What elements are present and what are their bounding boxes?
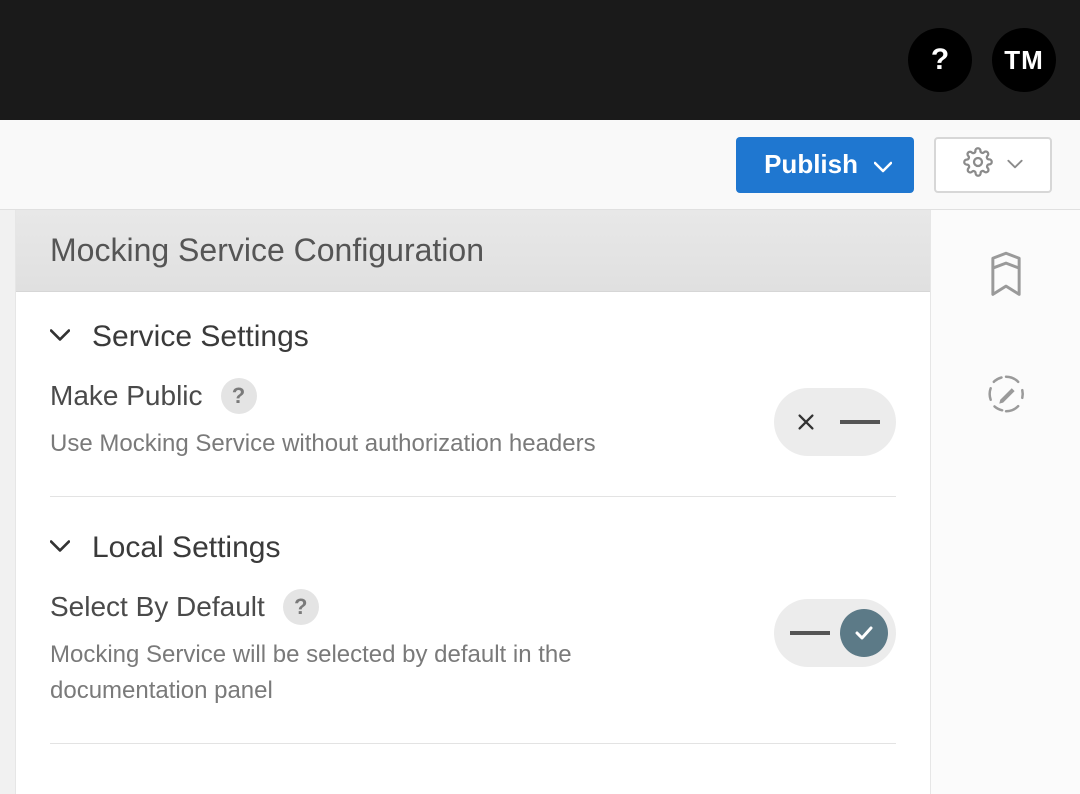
toggle-track [790, 631, 830, 635]
setting-description: Use Mocking Service without authorizatio… [50, 426, 690, 462]
help-icon[interactable]: ? [283, 589, 319, 625]
setting-description: Mocking Service will be selected by defa… [50, 637, 690, 709]
section-title: Service Settings [92, 320, 309, 354]
right-rail [930, 210, 1080, 794]
help-button[interactable]: ? [908, 28, 972, 92]
toggle-select-by-default[interactable] [774, 599, 896, 667]
top-header: ? TM [0, 0, 1080, 120]
publish-button[interactable]: Publish [736, 137, 914, 193]
panel-body: Service Settings Make Public ? Use Mocki… [16, 292, 930, 744]
gear-icon [963, 147, 993, 182]
section-header-local-settings[interactable]: Local Settings [50, 531, 896, 565]
panel-title: Mocking Service Configuration [16, 210, 930, 292]
setting-info: Make Public ? Use Mocking Service withou… [50, 378, 774, 462]
bookmark-icon[interactable] [986, 250, 1026, 301]
main-area: Mocking Service Configuration Service Se… [0, 210, 1080, 794]
setting-label: Select By Default [50, 591, 265, 623]
chevron-down-icon [50, 539, 70, 558]
setting-make-public: Make Public ? Use Mocking Service withou… [50, 378, 896, 497]
section-title: Local Settings [92, 531, 280, 565]
setting-info: Select By Default ? Mocking Service will… [50, 589, 774, 709]
setting-label: Make Public [50, 380, 203, 412]
check-icon [852, 621, 876, 645]
chevron-down-icon [50, 328, 70, 347]
toggle-knob [782, 398, 830, 446]
section-header-service-settings[interactable]: Service Settings [50, 320, 896, 354]
edit-gear-icon[interactable] [983, 371, 1029, 422]
x-icon [795, 411, 817, 433]
config-panel: Mocking Service Configuration Service Se… [16, 210, 930, 794]
settings-dropdown[interactable] [934, 137, 1052, 193]
chevron-down-icon [1007, 156, 1023, 174]
user-initials: TM [1004, 45, 1044, 76]
toggle-track [840, 420, 880, 424]
chevron-down-icon [874, 149, 892, 180]
setting-select-by-default: Select By Default ? Mocking Service will… [50, 589, 896, 744]
action-toolbar: Publish [0, 120, 1080, 210]
toggle-make-public[interactable] [774, 388, 896, 456]
help-icon[interactable]: ? [221, 378, 257, 414]
publish-label: Publish [764, 149, 858, 180]
help-icon: ? [931, 43, 949, 77]
left-gutter [0, 210, 16, 794]
toggle-knob [840, 609, 888, 657]
user-avatar[interactable]: TM [992, 28, 1056, 92]
